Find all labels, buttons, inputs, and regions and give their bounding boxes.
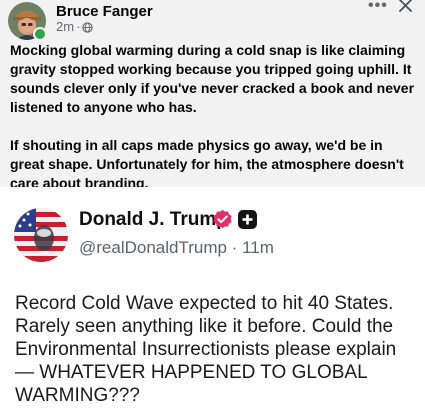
more-options-icon[interactable]: ••• (368, 0, 388, 15)
plus-badge-icon (238, 210, 257, 229)
facebook-post: Bruce Fanger 2m · ••• Mocking global war… (0, 0, 425, 191)
post-content: Record Cold Wave expected to hit 40 Stat… (15, 293, 397, 406)
close-icon[interactable] (398, 0, 413, 13)
profile-name[interactable]: Donald J. Trump (79, 209, 228, 231)
post-time[interactable]: 11m (242, 238, 274, 257)
embedded-truth-post: Donald J. Trump @realDonaldTrump · 11m R… (0, 187, 425, 420)
profile-handle-line: @realDonaldTrump · 11m (79, 238, 274, 258)
post-time[interactable]: 2m (56, 19, 74, 35)
globe-icon (82, 21, 94, 33)
separator: · (231, 238, 238, 257)
verified-badge-icon (213, 209, 232, 229)
online-status-icon (33, 27, 47, 41)
post-paragraph: If shouting in all caps made physics go … (10, 137, 404, 191)
post-text: Mocking global warming during a cold sna… (10, 41, 418, 193)
author-avatar[interactable] (8, 2, 47, 41)
post-meta: 2m · (56, 19, 94, 35)
post-paragraph: Mocking global warming during a cold sna… (10, 42, 415, 115)
profile-handle[interactable]: @realDonaldTrump (79, 238, 227, 257)
profile-avatar[interactable] (14, 208, 68, 262)
